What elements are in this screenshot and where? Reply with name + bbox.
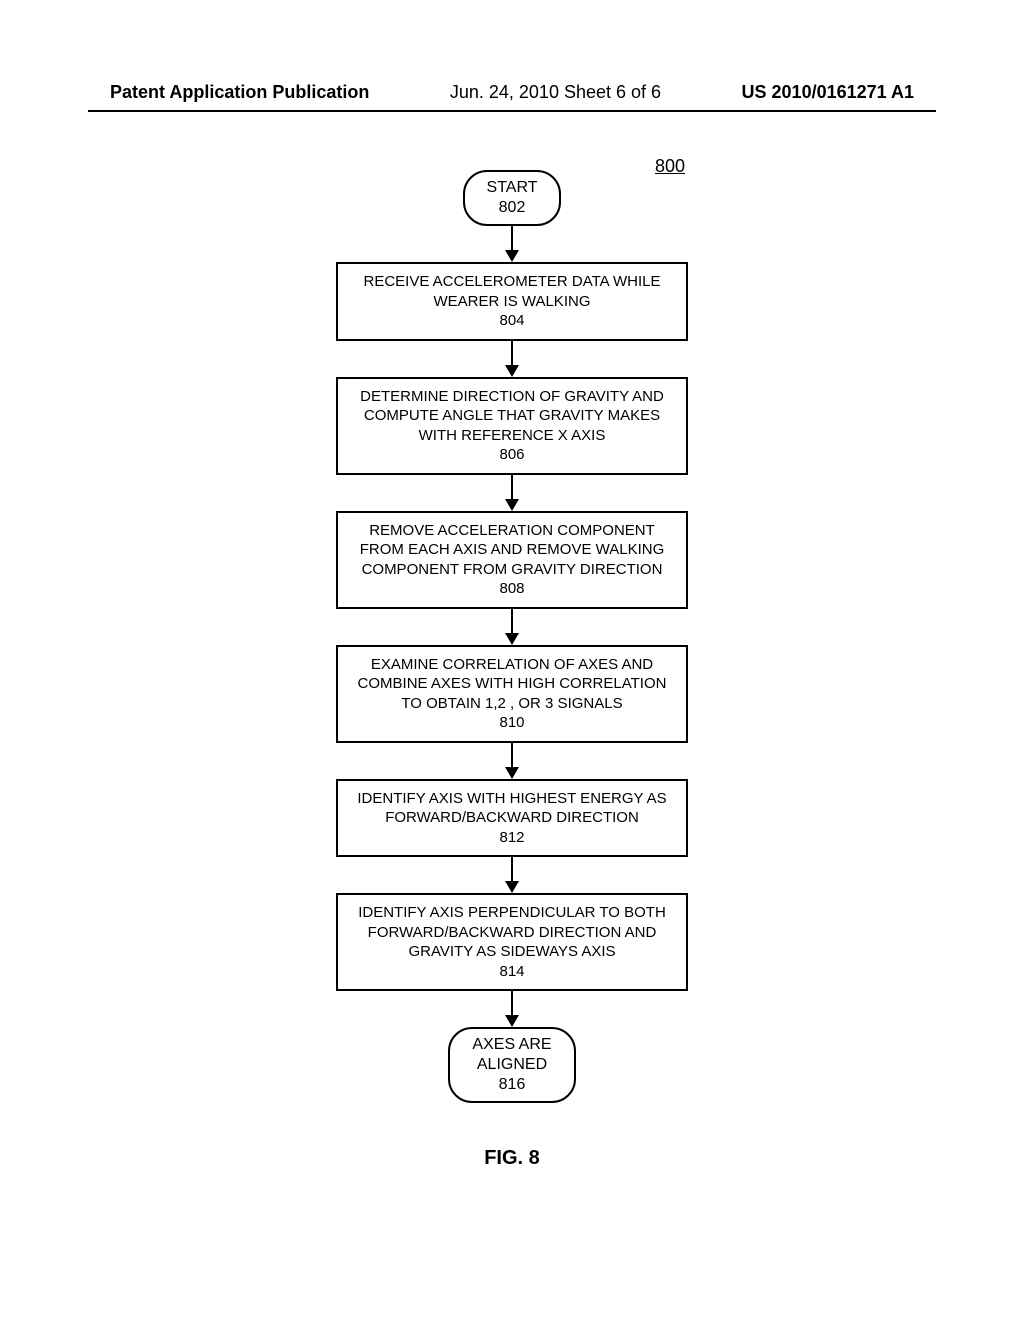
step-text: EXAMINE CORRELATION OF AXES AND COMBINE … — [348, 655, 676, 714]
step-text: REMOVE ACCELERATION COMPONENT FROM EACH … — [348, 521, 676, 580]
header-mid: Jun. 24, 2010 Sheet 6 of 6 — [450, 82, 661, 103]
step-text: IDENTIFY AXIS WITH HIGHEST ENERGY AS FOR… — [348, 789, 676, 828]
arrow-icon — [505, 226, 519, 262]
flowchart: START 802 RECEIVE ACCELEROMETER DATA WHI… — [0, 170, 1024, 1103]
process-step-810: EXAMINE CORRELATION OF AXES AND COMBINE … — [336, 645, 688, 743]
step-num: 808 — [348, 579, 676, 599]
arrow-icon — [505, 857, 519, 893]
header-left: Patent Application Publication — [110, 82, 369, 103]
arrow-icon — [505, 991, 519, 1027]
step-text: IDENTIFY AXIS PERPENDICULAR TO BOTH FORW… — [348, 903, 676, 962]
end-label: AXES ARE ALIGNED — [472, 1035, 551, 1075]
process-step-806: DETERMINE DIRECTION OF GRAVITY AND COMPU… — [336, 377, 688, 475]
arrow-icon — [505, 743, 519, 779]
start-num: 802 — [487, 198, 538, 218]
header-right: US 2010/0161271 A1 — [742, 82, 914, 103]
process-step-804: RECEIVE ACCELEROMETER DATA WHILE WEARER … — [336, 262, 688, 341]
page-header: Patent Application Publication Jun. 24, … — [0, 82, 1024, 103]
step-text: DETERMINE DIRECTION OF GRAVITY AND COMPU… — [348, 387, 676, 446]
start-label: START — [487, 178, 538, 198]
process-step-814: IDENTIFY AXIS PERPENDICULAR TO BOTH FORW… — [336, 893, 688, 991]
step-num: 804 — [348, 311, 676, 331]
step-num: 810 — [348, 713, 676, 733]
start-terminator: START 802 — [463, 170, 562, 226]
end-terminator: AXES ARE ALIGNED 816 — [448, 1027, 575, 1103]
arrow-icon — [505, 341, 519, 377]
header-rule — [88, 110, 936, 112]
arrow-icon — [505, 475, 519, 511]
end-num: 816 — [472, 1075, 551, 1095]
process-step-812: IDENTIFY AXIS WITH HIGHEST ENERGY AS FOR… — [336, 779, 688, 858]
step-num: 814 — [348, 962, 676, 982]
step-num: 806 — [348, 445, 676, 465]
figure-label: FIG. 8 — [0, 1147, 1024, 1170]
step-text: RECEIVE ACCELEROMETER DATA WHILE WEARER … — [348, 272, 676, 311]
process-step-808: REMOVE ACCELERATION COMPONENT FROM EACH … — [336, 511, 688, 609]
step-num: 812 — [348, 828, 676, 848]
arrow-icon — [505, 609, 519, 645]
